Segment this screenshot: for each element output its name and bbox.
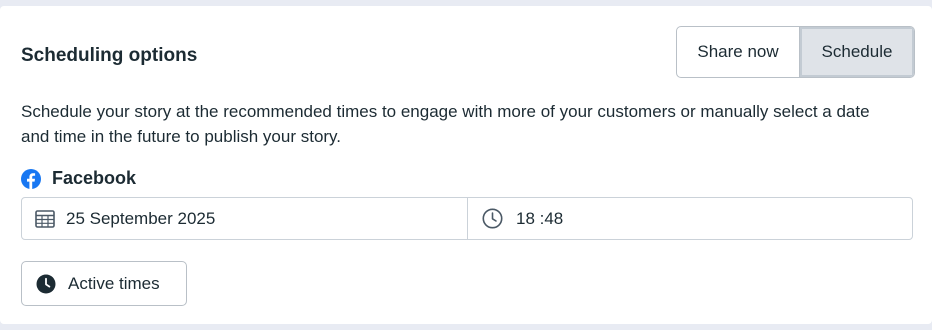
- share-now-button[interactable]: Share now: [677, 27, 800, 77]
- platform-header: Facebook: [21, 168, 136, 189]
- time-picker-field[interactable]: 18 :48: [468, 198, 912, 239]
- schedule-button[interactable]: Schedule: [800, 27, 914, 77]
- calendar-icon: [35, 209, 55, 228]
- date-value: 25 September 2025: [66, 208, 216, 228]
- platform-label: Facebook: [52, 168, 137, 188]
- active-times-button[interactable]: Active times: [21, 261, 187, 306]
- section-title: Scheduling options: [21, 45, 198, 66]
- section-description: Schedule your story at the recommended t…: [21, 102, 870, 146]
- date-picker-field[interactable]: 25 September 2025: [22, 198, 468, 239]
- active-times-label: Active times: [68, 273, 160, 293]
- facebook-icon: [21, 168, 41, 189]
- clock-filled-icon: [36, 274, 56, 293]
- publish-mode-toggle: Share now Schedule: [676, 26, 915, 78]
- time-value: 18 :48: [516, 208, 564, 228]
- schedule-datetime-row: 25 September 2025 18 :48: [21, 197, 913, 240]
- clock-icon: [482, 208, 503, 229]
- scheduling-options-card: Scheduling options Share now Schedule Sc…: [0, 6, 932, 324]
